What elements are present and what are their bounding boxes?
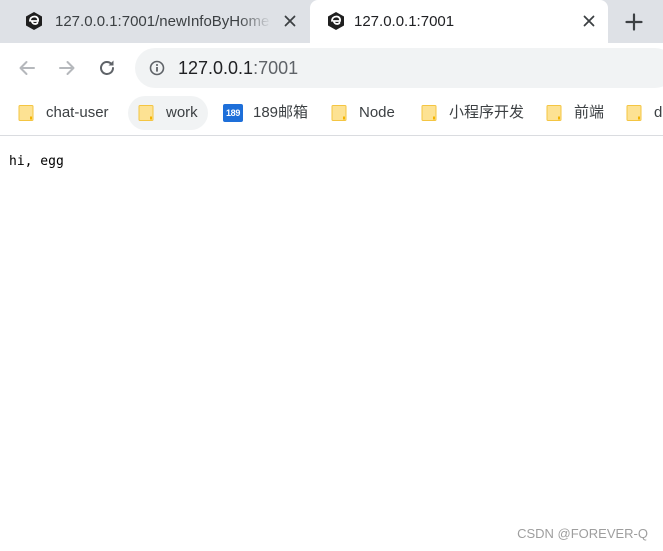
page-body-text: hi, egg	[9, 154, 64, 169]
egg-icon	[328, 12, 344, 30]
bookmark-frontend[interactable]: 前端	[546, 96, 604, 130]
close-tab-icon[interactable]	[579, 11, 599, 31]
bookmark-label: work	[166, 104, 198, 121]
tab-active[interactable]: 127.0.0.1:7001	[310, 0, 608, 43]
bookmark-189-mail[interactable]: 189 189邮箱	[223, 96, 308, 130]
close-tab-icon[interactable]	[280, 11, 300, 31]
folder-icon	[331, 105, 347, 121]
bookmark-chat-user[interactable]: chat-user	[18, 96, 109, 130]
url-host: 127.0.0.1	[178, 58, 254, 78]
bookmark-label: d	[654, 104, 663, 121]
tab-strip: 127.0.0.1:7001/newInfoByHome 127.0.0.1:7…	[0, 0, 663, 43]
bookmark-label: chat-user	[46, 104, 109, 121]
browser-window: 127.0.0.1:7001/newInfoByHome 127.0.0.1:7…	[0, 0, 663, 551]
address-bar[interactable]: 127.0.0.1:7001	[135, 48, 663, 88]
url-text[interactable]: 127.0.0.1:7001	[178, 58, 298, 78]
bookmark-label: 小程序开发	[449, 104, 525, 121]
url-port: :7001	[253, 58, 299, 78]
bookmark-label: Node	[359, 104, 395, 121]
info-icon[interactable]	[149, 60, 165, 76]
bookmark-d[interactable]: d	[626, 96, 662, 130]
page-content: hi, egg CSDN @FOREVER-Q	[0, 136, 663, 551]
bookmark-miniprogram[interactable]: 小程序开发	[421, 96, 524, 130]
folder-icon	[421, 105, 437, 121]
new-tab-plus-icon[interactable]	[622, 11, 646, 33]
tab-title: 127.0.0.1:7001/newInfoByHome	[55, 13, 270, 30]
reload-icon[interactable]	[95, 56, 119, 80]
forward-arrow-icon[interactable]	[55, 56, 79, 80]
tab-newinfo[interactable]: 127.0.0.1:7001/newInfoByHome	[8, 0, 308, 43]
bookmark-label: 189邮箱	[253, 104, 309, 121]
folder-icon	[546, 105, 562, 121]
bookmark-work[interactable]: work	[128, 96, 208, 130]
folder-icon	[18, 105, 34, 121]
bookmark-node[interactable]: Node	[331, 96, 395, 130]
folder-icon	[138, 105, 154, 121]
tab-title: 127.0.0.1:7001	[354, 13, 455, 30]
toolbar: 127.0.0.1:7001	[0, 43, 663, 93]
watermark: CSDN @FOREVER-Q	[517, 526, 648, 541]
bookmarks-bar: chat-user work 189 189邮箱 Node 小程序开发 前端 d	[0, 93, 663, 136]
back-arrow-icon[interactable]	[15, 56, 39, 80]
egg-icon	[26, 12, 42, 30]
bookmark-label: 前端	[574, 104, 605, 121]
189-mail-icon: 189	[223, 104, 243, 122]
folder-icon	[626, 105, 642, 121]
